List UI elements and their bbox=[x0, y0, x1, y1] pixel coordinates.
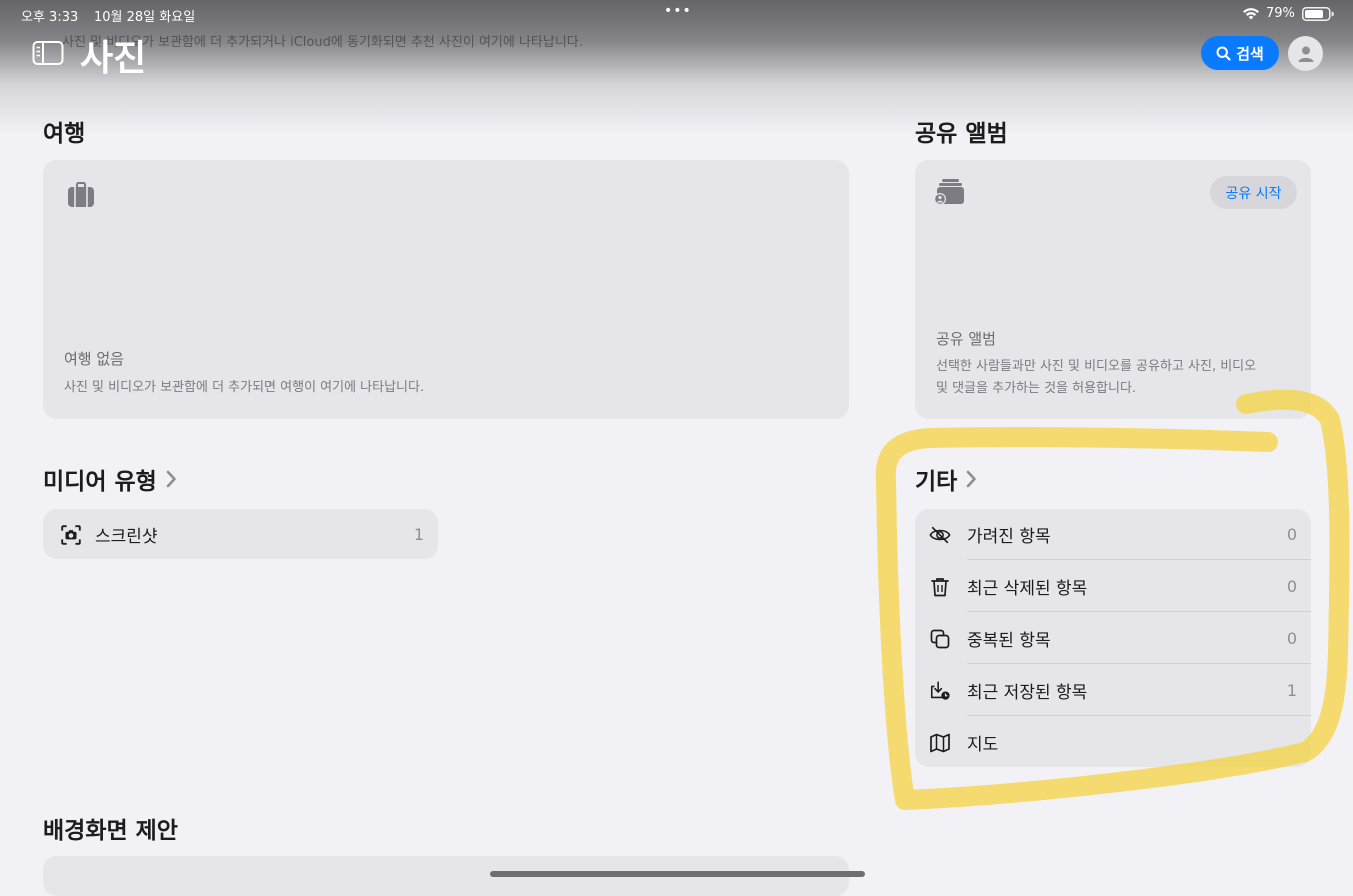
profile-button[interactable] bbox=[1288, 36, 1323, 71]
other-item-map[interactable]: 지도 bbox=[915, 717, 1311, 767]
battery-icon bbox=[1302, 7, 1334, 21]
other-list: 가려진 항목 0 최근 삭제된 항목 0 중복된 항목 0 최근 저장된 항목 … bbox=[915, 509, 1311, 767]
wallpaper-section-label: 배경화면 제안 bbox=[43, 818, 178, 844]
page-title: 사진 bbox=[80, 38, 147, 79]
other-section-title: 기타 bbox=[915, 469, 958, 495]
multitasking-dots[interactable]: ••• bbox=[664, 3, 692, 19]
wallpaper-section-title: 배경화면 제안 bbox=[43, 811, 178, 845]
media-type-count: 1 bbox=[413, 524, 424, 544]
other-item-label: 지도 bbox=[967, 734, 999, 755]
other-item-count: 1 bbox=[1286, 681, 1297, 700]
other-item-duplicates[interactable]: 중복된 항목 0 bbox=[915, 613, 1311, 664]
other-header[interactable]: 기타 bbox=[915, 462, 977, 496]
shared-album-icon bbox=[934, 179, 964, 205]
chevron-right-icon bbox=[967, 470, 977, 488]
shared-albums-card-desc-line1: 선택한 사람들과만 사진 및 비디오를 공유하고 사진, 비디오 bbox=[936, 359, 1257, 374]
shared-albums-section-label: 공유 앨범 bbox=[915, 121, 1008, 147]
search-icon bbox=[1216, 46, 1231, 61]
shared-albums-card-title: 공유 앨범 bbox=[936, 330, 996, 348]
eye-slash-icon bbox=[929, 526, 951, 544]
person-icon bbox=[1298, 46, 1313, 62]
row-divider bbox=[967, 663, 1311, 664]
other-item-count: 0 bbox=[1286, 629, 1297, 648]
search-button-label: 검색 bbox=[1236, 44, 1264, 63]
other-item-recently-deleted[interactable]: 최근 삭제된 항목 0 bbox=[915, 561, 1311, 612]
trips-empty-description: 사진 및 비디오가 보관함에 더 추가되면 여행이 여기에 나타납니다. bbox=[64, 380, 425, 395]
sidebar-toggle-icon[interactable] bbox=[32, 40, 64, 66]
media-type-screenshots[interactable]: 스크린샷 1 bbox=[43, 509, 438, 559]
media-types-section-title: 미디어 유형 bbox=[43, 469, 157, 495]
media-types-header[interactable]: 미디어 유형 bbox=[43, 462, 177, 496]
duplicate-icon bbox=[930, 629, 950, 649]
home-indicator[interactable] bbox=[490, 871, 865, 877]
battery-percent: 79% bbox=[1266, 6, 1295, 21]
shared-albums-card-desc-line2: 및 댓글을 추가하는 것을 허용합니다. bbox=[936, 381, 1137, 396]
other-item-hidden[interactable]: 가려진 항목 0 bbox=[915, 509, 1311, 560]
media-types-list: 스크린샷 1 bbox=[43, 509, 438, 559]
trips-card[interactable]: 여행 없음 사진 및 비디오가 보관함에 더 추가되면 여행이 여기에 나타납니… bbox=[43, 160, 849, 419]
start-sharing-button[interactable]: 공유 시작 bbox=[1210, 176, 1297, 209]
other-item-label: 최근 삭제된 항목 bbox=[967, 579, 1088, 599]
other-item-count: 0 bbox=[1286, 525, 1297, 544]
row-divider bbox=[967, 559, 1311, 560]
other-item-label: 가려진 항목 bbox=[967, 527, 1051, 547]
screenshot-icon bbox=[61, 525, 81, 545]
map-icon bbox=[930, 733, 950, 753]
search-button[interactable]: 검색 bbox=[1201, 36, 1279, 70]
shared-albums-section-title: 공유 앨범 bbox=[915, 114, 1008, 148]
other-item-label: 중복된 항목 bbox=[967, 631, 1051, 651]
trips-empty-title: 여행 없음 bbox=[64, 350, 124, 368]
other-item-label: 최근 저장된 항목 bbox=[967, 683, 1088, 703]
trips-section-title: 여행 bbox=[43, 114, 85, 148]
suitcase-icon bbox=[68, 182, 94, 207]
trash-icon bbox=[931, 578, 949, 597]
trips-section-label: 여행 bbox=[43, 121, 86, 147]
other-item-recently-saved[interactable]: 최근 저장된 항목 1 bbox=[915, 665, 1311, 716]
row-divider bbox=[967, 715, 1311, 716]
download-icon bbox=[930, 681, 950, 700]
header-background bbox=[0, 0, 1353, 135]
wifi-icon bbox=[1243, 8, 1259, 20]
chevron-right-icon bbox=[166, 470, 176, 488]
media-type-label: 스크린샷 bbox=[95, 526, 158, 547]
other-item-count: 0 bbox=[1286, 577, 1297, 596]
status-date: 10월 28일 화요일 bbox=[94, 10, 196, 25]
status-time: 오후 3:33 bbox=[21, 10, 79, 25]
row-divider bbox=[967, 611, 1311, 612]
